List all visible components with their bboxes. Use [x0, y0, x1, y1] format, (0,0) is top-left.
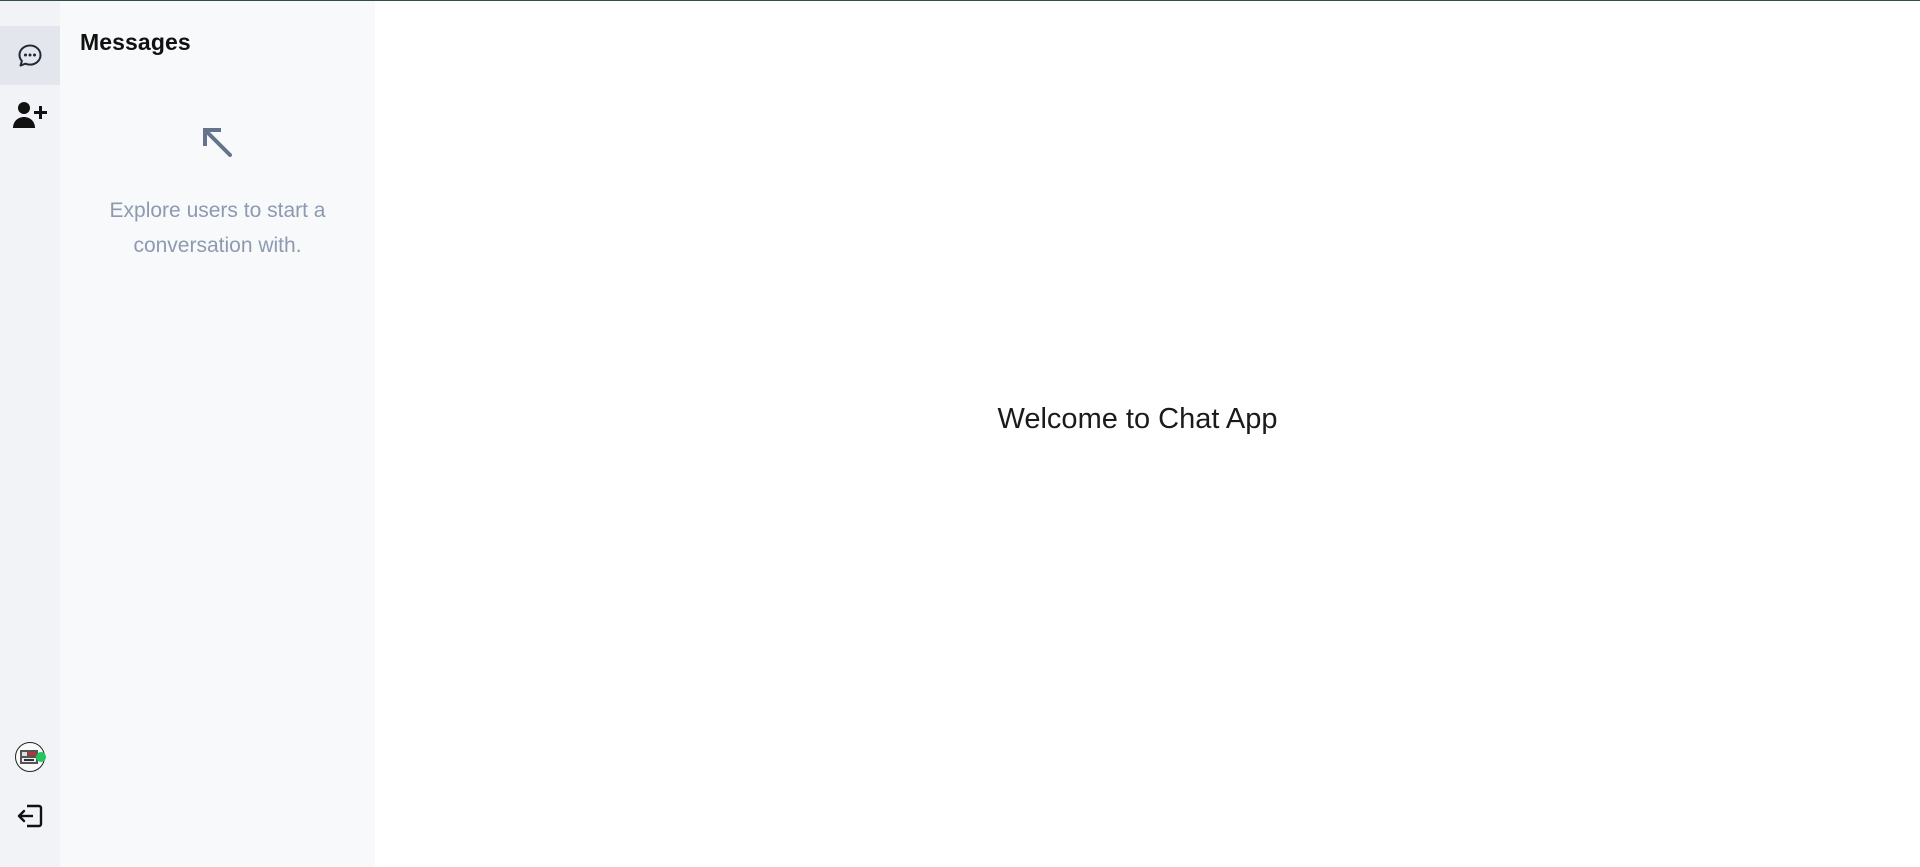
conversations-panel: Messages Explore users to start a conver… [60, 1, 375, 867]
main-content: Welcome to Chat App [375, 1, 1920, 867]
chat-bubble-icon [16, 42, 44, 70]
empty-state-text: Explore users to start a conversation wi… [109, 199, 326, 257]
user-avatar-button[interactable] [0, 727, 60, 786]
messages-nav-button[interactable] [0, 26, 60, 85]
user-plus-icon [13, 100, 47, 130]
rail-nav [0, 1, 60, 144]
rail-footer [0, 727, 60, 867]
empty-state: Explore users to start a conversation wi… [80, 126, 355, 263]
chat-app: Messages Explore users to start a conver… [0, 0, 1920, 867]
panel-title: Messages [80, 29, 191, 55]
welcome-message: Welcome to Chat App [997, 402, 1278, 435]
add-user-nav-button[interactable] [0, 85, 60, 144]
logout-button[interactable] [0, 786, 60, 845]
online-status-dot [36, 752, 46, 762]
logout-icon [15, 802, 45, 830]
arrow-up-left-icon [201, 126, 235, 165]
icon-rail [0, 1, 60, 867]
